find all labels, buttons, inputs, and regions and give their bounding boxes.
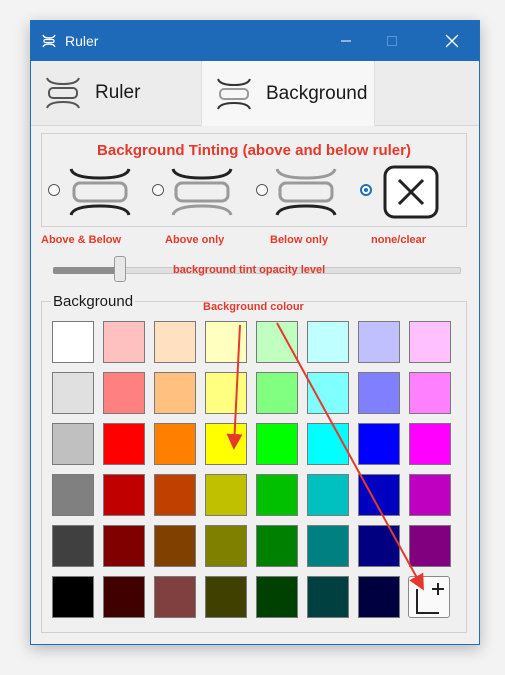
colour-swatch[interactable] — [256, 474, 298, 516]
colour-swatch[interactable] — [409, 474, 451, 516]
colour-swatch[interactable] — [256, 576, 298, 618]
colour-swatch[interactable] — [307, 525, 349, 567]
colour-swatch[interactable] — [205, 474, 247, 516]
ruler-tab-icon — [46, 77, 80, 109]
colour-swatch[interactable] — [52, 321, 94, 363]
radio-below-only[interactable] — [256, 184, 268, 196]
option-below-only[interactable] — [256, 164, 346, 224]
colour-swatch[interactable] — [409, 372, 451, 414]
colour-swatch[interactable] — [205, 372, 247, 414]
colour-swatch[interactable] — [307, 423, 349, 465]
colour-swatch[interactable] — [358, 525, 400, 567]
colour-swatch[interactable] — [307, 474, 349, 516]
colour-swatch[interactable] — [103, 576, 145, 618]
colour-swatch[interactable] — [256, 372, 298, 414]
colour-swatch[interactable] — [154, 372, 196, 414]
colour-swatch[interactable] — [154, 576, 196, 618]
colour-swatch[interactable] — [256, 525, 298, 567]
plus-icon — [416, 583, 444, 614]
option-label-none-clear: none/clear — [371, 234, 427, 246]
radio-above-only[interactable] — [152, 184, 164, 196]
colour-swatch[interactable] — [358, 423, 400, 465]
below-only-icon — [275, 168, 337, 216]
colour-swatch[interactable] — [154, 321, 196, 363]
colour-swatch[interactable] — [52, 474, 94, 516]
tab-bar: Ruler Background — [31, 61, 479, 126]
tab-background[interactable]: Background — [201, 61, 375, 126]
radio-above-below[interactable] — [48, 184, 60, 196]
minimize-button[interactable] — [323, 21, 369, 61]
close-icon — [445, 34, 459, 48]
colour-swatch[interactable] — [154, 525, 196, 567]
colour-swatch[interactable] — [358, 474, 400, 516]
colour-swatch[interactable] — [103, 474, 145, 516]
radio-none-clear[interactable] — [360, 184, 372, 196]
colour-swatch[interactable] — [154, 474, 196, 516]
background-tab-icon — [217, 78, 251, 109]
colour-swatch[interactable] — [358, 321, 400, 363]
ruler-app-icon — [42, 34, 56, 48]
clear-icon — [383, 165, 439, 219]
colour-swatch[interactable] — [205, 423, 247, 465]
colour-swatch[interactable] — [52, 372, 94, 414]
colour-swatch[interactable] — [307, 576, 349, 618]
colour-swatch[interactable] — [307, 372, 349, 414]
colour-swatch[interactable] — [205, 321, 247, 363]
minimize-icon — [341, 40, 351, 42]
above-only-icon — [171, 168, 233, 216]
maximize-button[interactable] — [369, 21, 415, 61]
colour-swatch[interactable] — [103, 423, 145, 465]
option-none-clear[interactable] — [360, 164, 452, 224]
tinting-title: Background Tinting (above and below rule… — [97, 142, 411, 159]
colour-swatch[interactable] — [307, 321, 349, 363]
colour-swatch[interactable] — [358, 372, 400, 414]
option-above-only[interactable] — [152, 164, 242, 224]
colour-swatch[interactable] — [154, 423, 196, 465]
colour-swatch[interactable] — [256, 321, 298, 363]
tab-background-label: Background — [266, 82, 368, 104]
tab-ruler[interactable]: Ruler — [31, 61, 201, 125]
background-colour-caption: Background colour — [203, 301, 304, 313]
colour-swatch[interactable] — [103, 321, 145, 363]
option-label-below-only: Below only — [270, 234, 329, 246]
tab-ruler-label: Ruler — [95, 82, 141, 103]
colour-swatch[interactable] — [358, 576, 400, 618]
colour-swatch[interactable] — [52, 576, 94, 618]
option-label-above-below: Above & Below — [41, 234, 122, 246]
close-button[interactable] — [429, 21, 475, 61]
colour-swatch[interactable] — [52, 525, 94, 567]
colour-swatch[interactable] — [205, 576, 247, 618]
opacity-caption: background tint opacity level — [173, 264, 326, 276]
colour-swatch[interactable] — [256, 423, 298, 465]
tinting-group: Background Tinting (above and below rule… — [41, 133, 467, 227]
window-title: Ruler — [65, 33, 99, 49]
colour-swatch[interactable] — [103, 525, 145, 567]
option-label-above-only: Above only — [165, 234, 225, 246]
background-group-title: Background — [51, 293, 136, 310]
custom-colour-button[interactable] — [408, 576, 450, 618]
maximize-icon — [387, 36, 397, 46]
colour-swatch[interactable] — [409, 321, 451, 363]
colour-swatch[interactable] — [52, 423, 94, 465]
colour-swatch[interactable] — [409, 423, 451, 465]
option-above-below[interactable] — [48, 164, 138, 224]
title-bar[interactable]: Ruler — [31, 21, 479, 61]
colour-swatch[interactable] — [205, 525, 247, 567]
colour-swatch[interactable] — [103, 372, 145, 414]
opacity-slider-fill — [53, 267, 123, 274]
above-below-icon — [69, 168, 131, 216]
colour-swatch[interactable] — [409, 525, 451, 567]
opacity-slider-thumb[interactable] — [114, 256, 126, 282]
ruler-window: Ruler Ruler Background Background Tintin… — [30, 20, 480, 645]
